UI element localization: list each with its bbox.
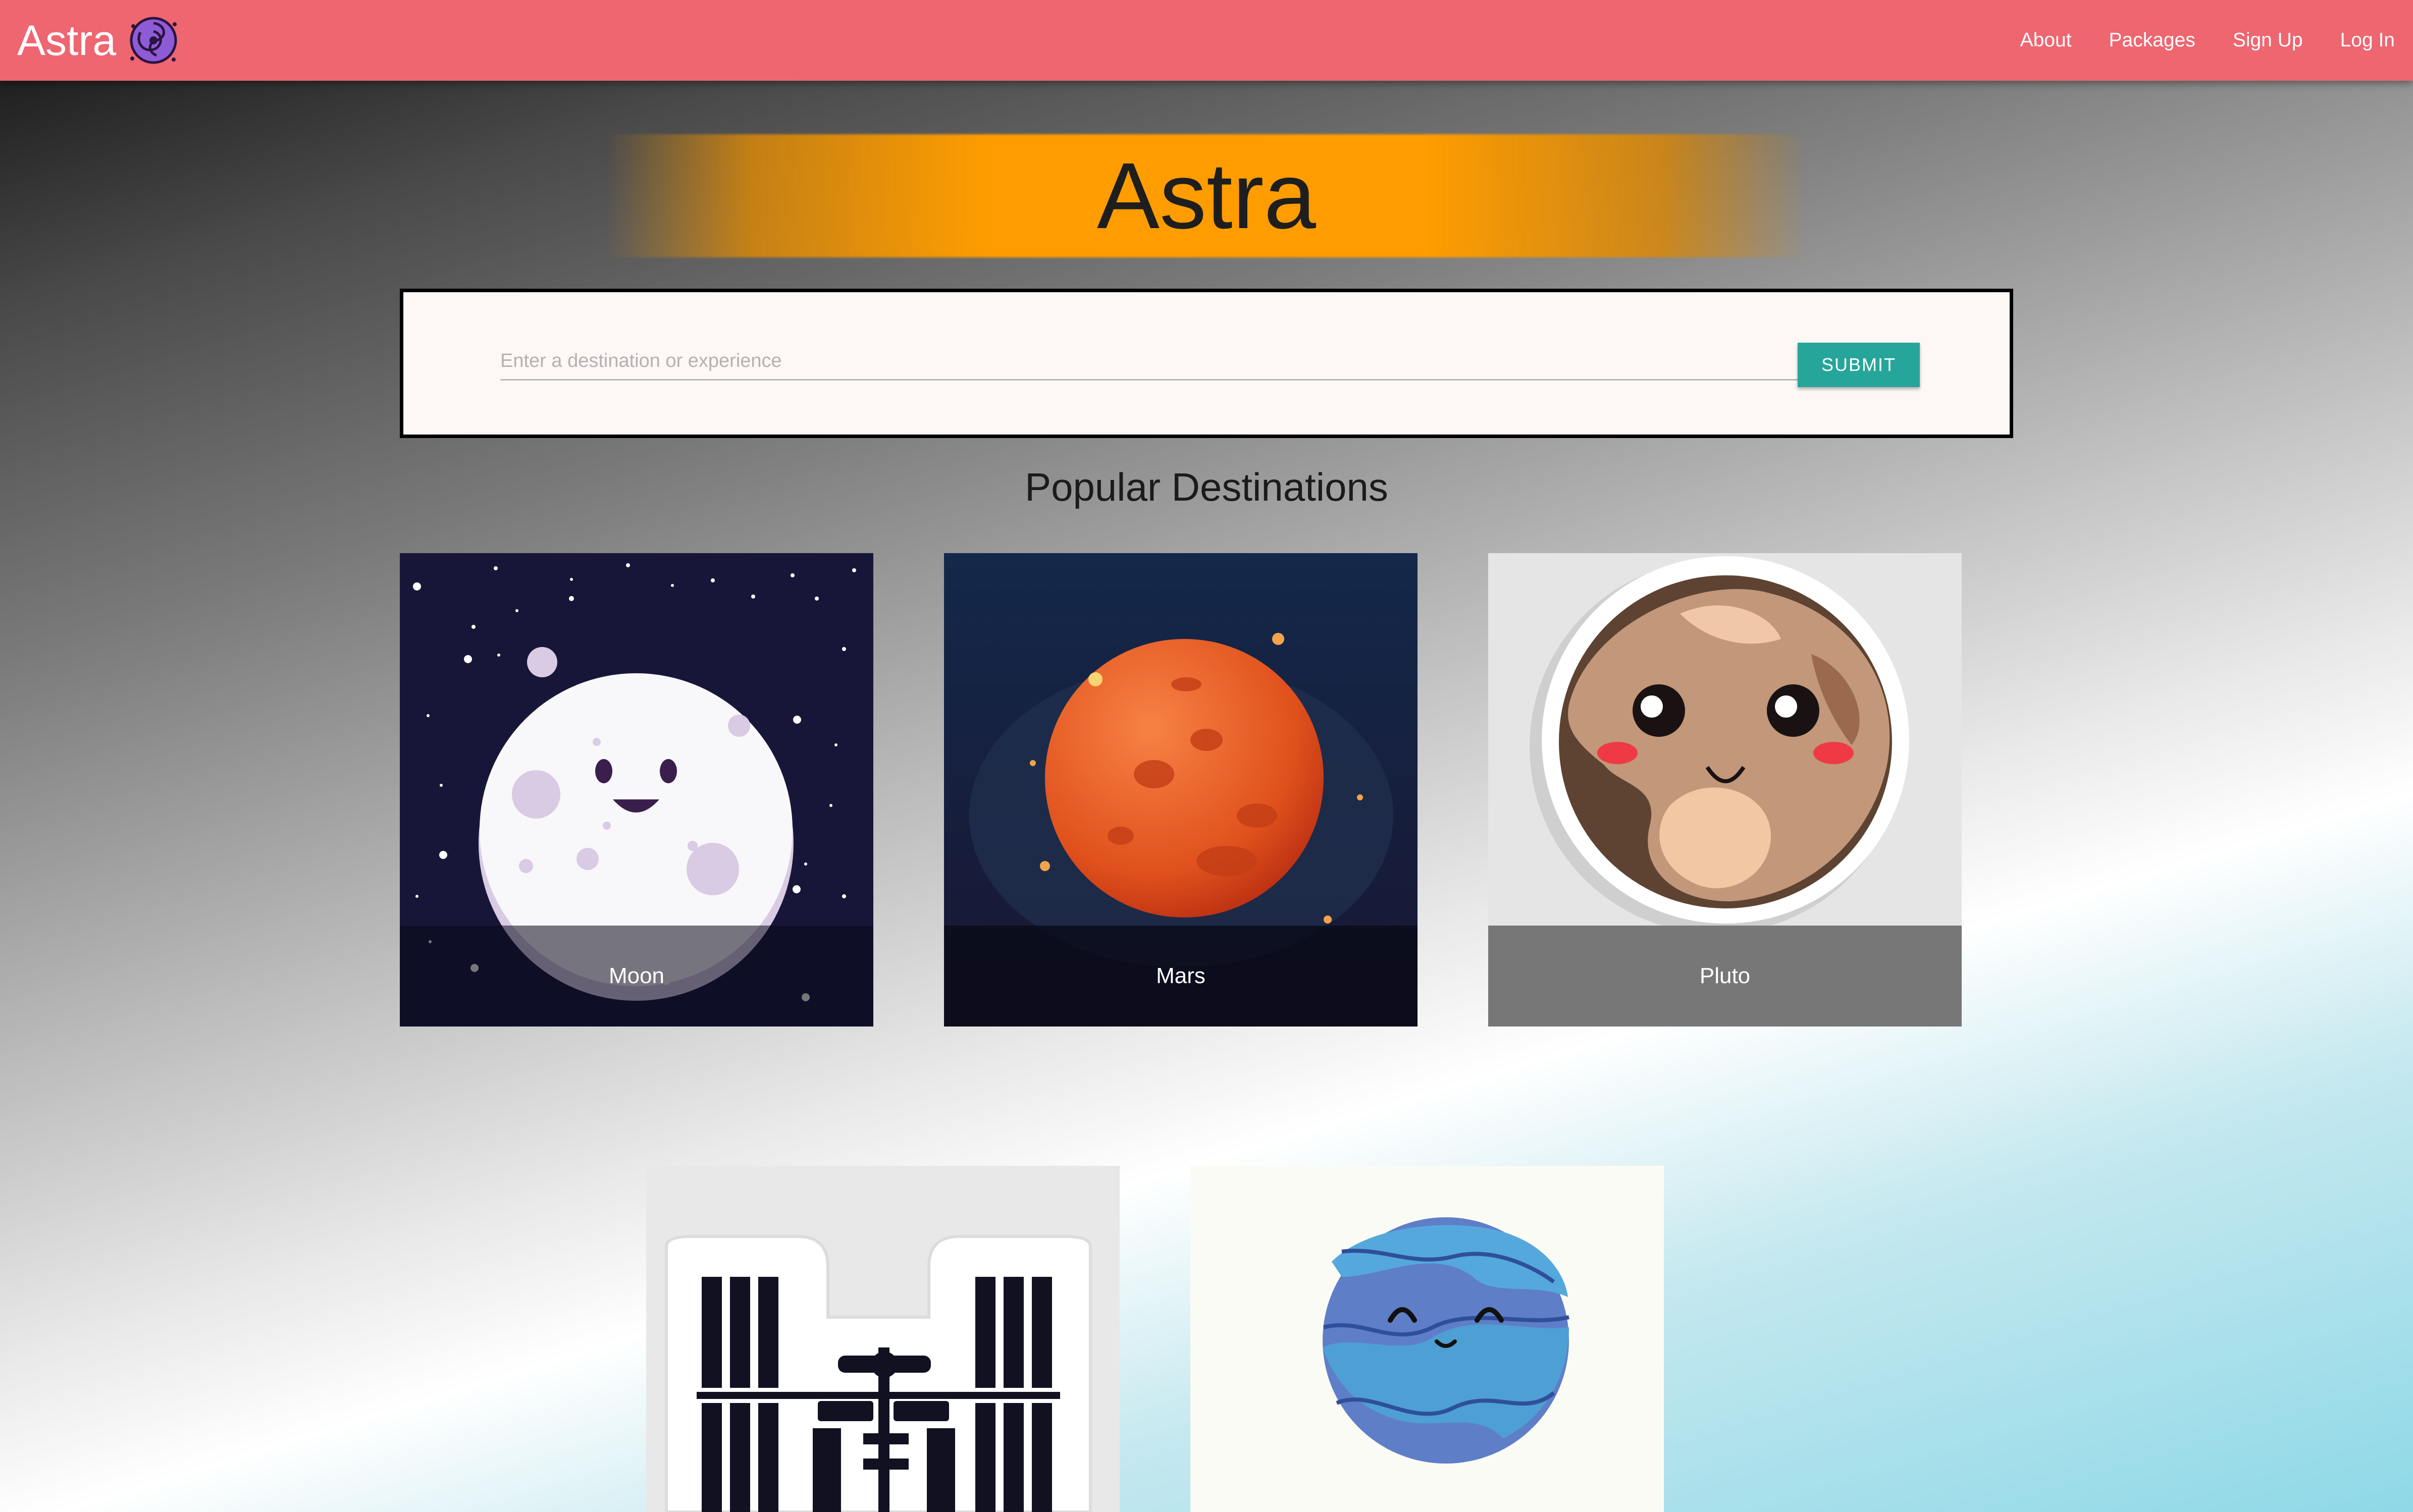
nav-login-link[interactable]: Log In xyxy=(2340,29,2395,51)
card-caption: Pluto xyxy=(1699,963,1751,988)
popular-destinations-heading: Popular Destinations xyxy=(1025,465,1388,509)
hero-title: Astra xyxy=(1096,143,1317,248)
brand[interactable]: Astra xyxy=(17,0,182,81)
destination-card-neptune[interactable] xyxy=(1190,1166,1664,1512)
destination-card-moon[interactable]: Moon xyxy=(400,553,873,1027)
nav-about-link[interactable]: About xyxy=(2020,29,2072,51)
destination-card-pluto[interactable]: Pluto xyxy=(1488,553,1962,1027)
destination-search-input[interactable] xyxy=(500,343,1798,381)
galaxy-logo-icon[interactable] xyxy=(125,12,182,69)
nav-signup-link[interactable]: Sign Up xyxy=(2233,29,2303,51)
nav-packages-link[interactable]: Packages xyxy=(2109,29,2195,51)
space-station-icon xyxy=(646,1166,1120,1512)
brand-name[interactable]: Astra xyxy=(17,19,116,62)
nav-links: About Packages Sign Up Log In xyxy=(2020,0,2395,81)
search-panel: SUBMIT xyxy=(400,289,2013,438)
destination-card-space-station[interactable] xyxy=(646,1166,1120,1512)
card-caption: Mars xyxy=(1156,963,1205,988)
neptune-icon xyxy=(1190,1166,1664,1512)
destination-card-mars[interactable]: Mars xyxy=(944,553,1418,1027)
navbar: Astra About Packages Sign Up Log In xyxy=(0,0,2413,81)
submit-button[interactable]: SUBMIT xyxy=(1798,343,1920,387)
card-caption: Moon xyxy=(608,963,665,988)
